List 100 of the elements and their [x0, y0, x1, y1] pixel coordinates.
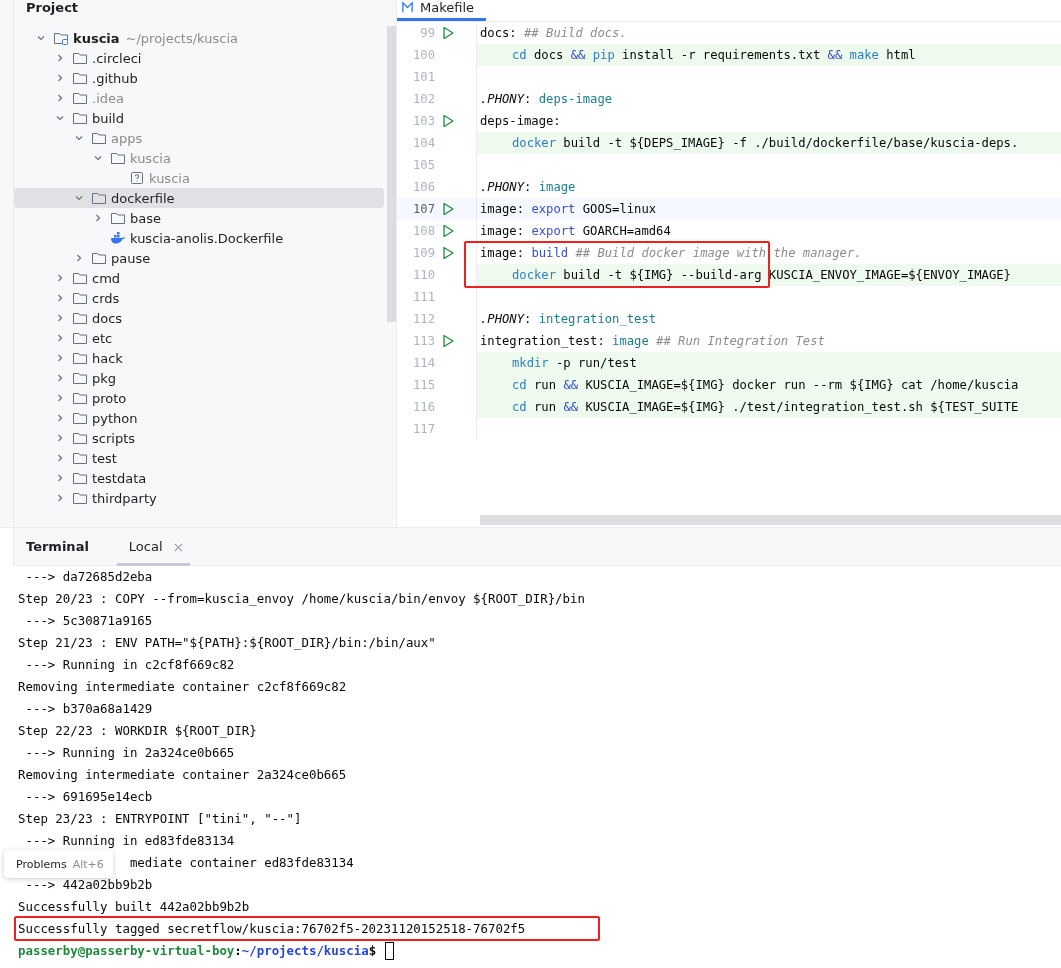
- chevron-right-icon[interactable]: [55, 93, 65, 103]
- terminal-line: ---> Running in c2cf8f669c82: [24, 657, 235, 672]
- chevron-right-icon[interactable]: [55, 473, 65, 483]
- tree-item[interactable]: kuscia ~/projects/kuscia: [14, 28, 384, 48]
- folder-icon: [110, 150, 126, 166]
- chevron-right-icon[interactable]: [93, 213, 103, 223]
- code-line: docker build -t ${IMG} --build-arg KUSCIA_ENVOY_IMAGE=${ENVOY_IMAGE}: [511, 268, 1011, 282]
- chevron-right-icon[interactable]: [55, 353, 65, 363]
- prompt-separator: :: [234, 942, 242, 960]
- chevron-right-icon[interactable]: [55, 373, 65, 383]
- tree-item[interactable]: kuscia-anolis.Dockerfile: [14, 228, 384, 248]
- line-number: 112: [412, 312, 435, 326]
- tree-item[interactable]: thirdparty: [14, 488, 384, 508]
- prompt-user: passerby@passerby-virtual-boy: [18, 942, 235, 960]
- tree-item[interactable]: pause: [14, 248, 384, 268]
- code-line: image: export GOOS=linux: [480, 202, 657, 216]
- chevron-right-icon[interactable]: [55, 413, 65, 423]
- code-line: .PHONY: integration_test: [480, 312, 657, 326]
- chevron-right-icon[interactable]: [55, 293, 65, 303]
- chevron-right-icon[interactable]: [55, 273, 65, 283]
- tree-item[interactable]: etc: [14, 328, 384, 348]
- terminal-line: ---> 442a02bb9b2b: [24, 877, 153, 892]
- run-icon[interactable]: [441, 26, 455, 40]
- code-line: mkdir -p run/test: [511, 356, 637, 370]
- chevron-right-icon[interactable]: [55, 433, 65, 443]
- tree-item[interactable]: crds: [14, 288, 384, 308]
- terminal-tab[interactable]: Local ×: [116, 527, 191, 566]
- line-number: 99: [419, 26, 435, 40]
- folder-icon: [72, 270, 88, 286]
- chevron-right-icon[interactable]: [55, 333, 65, 343]
- run-icon[interactable]: [441, 334, 455, 348]
- terminal-line: ---> 691695e14ecb: [24, 789, 153, 804]
- line-number: 116: [412, 400, 435, 414]
- terminal-line: ---> Running in 2a324ce0b665: [24, 745, 235, 760]
- project-path: ~/projects/kuscia: [125, 30, 238, 46]
- line-number: 102: [412, 92, 435, 106]
- folder-icon: [72, 470, 88, 486]
- code-line: cd run && KUSCIA_IMAGE=${IMG} ./test/integration_test.sh ${TEST_SUITE: [511, 400, 1019, 414]
- tree-item[interactable]: build: [14, 108, 384, 128]
- chevron-right-icon[interactable]: [74, 253, 84, 263]
- line-number: 111: [412, 290, 435, 304]
- chevron-right-icon[interactable]: [55, 493, 65, 503]
- tree-item[interactable]: hack: [14, 348, 384, 368]
- line-number: 105: [412, 158, 435, 172]
- run-icon[interactable]: [441, 224, 455, 238]
- chevron-right-icon[interactable]: [55, 453, 65, 463]
- tree-item[interactable]: proto: [14, 388, 384, 408]
- scrollbar[interactable]: [387, 26, 396, 322]
- code-line: docker build -t ${DEPS_IMAGE} -f ./build/dockerfile/base/kuscia-deps.: [511, 136, 1019, 150]
- chevron-down-icon[interactable]: [55, 113, 65, 123]
- panel-title: Terminal: [26, 539, 89, 554]
- prompt-symbol: $: [368, 942, 377, 960]
- tree-item[interactable]: test: [14, 448, 384, 468]
- folder-icon: [91, 130, 107, 146]
- tree-item[interactable]: testdata: [14, 468, 384, 488]
- folder-icon: [72, 90, 88, 106]
- panel-title[interactable]: Project: [26, 0, 79, 16]
- folder-icon: [110, 210, 126, 226]
- tree-item[interactable]: .circleci: [14, 48, 384, 68]
- line-number: 101: [412, 70, 435, 84]
- chevron-down-icon[interactable]: [36, 33, 46, 43]
- line-number: 108: [412, 224, 435, 238]
- tree-item[interactable]: dockerfile: [14, 188, 384, 208]
- chevron-right-icon[interactable]: [55, 313, 65, 323]
- chevron-down-icon[interactable]: [93, 153, 103, 163]
- tree-item[interactable]: python: [14, 408, 384, 428]
- chevron-right-icon[interactable]: [55, 73, 65, 83]
- line-number: 104: [412, 136, 435, 150]
- folder-icon: [72, 350, 88, 366]
- scrollbar[interactable]: [480, 515, 1061, 525]
- terminal-line: mediate container ed83fde83134: [129, 855, 354, 870]
- line-number: 115: [412, 378, 435, 392]
- folder-icon: [72, 50, 88, 66]
- terminal-line: ---> da72685d2eba: [24, 569, 153, 584]
- tree-item[interactable]: base: [14, 208, 384, 228]
- run-icon[interactable]: [441, 202, 455, 216]
- terminal-line: Step 22/23 : WORKDIR ${ROOT_DIR}: [18, 723, 257, 738]
- tree-item[interactable]: scripts: [14, 428, 384, 448]
- tree-item[interactable]: cmd: [14, 268, 384, 288]
- editor-tab[interactable]: Makefile: [397, 0, 487, 21]
- terminal-line: Successfully tagged secretflow/kuscia:76702f5-20231120152518-76702f5: [18, 921, 526, 936]
- code-line: image: export GOARCH=amd64: [480, 224, 671, 238]
- terminal-line: Step 20/23 : COPY --from=kuscia_envoy /home/kuscia/bin/envoy ${ROOT_DIR}/bin: [18, 591, 585, 606]
- chevron-down-icon[interactable]: [74, 193, 84, 203]
- chevron-down-icon[interactable]: [74, 133, 84, 143]
- folder-icon: [72, 290, 88, 306]
- terminal-line: Successfully built 442a02bb9b2b: [18, 899, 250, 914]
- line-number: 103: [412, 114, 435, 128]
- folder-icon: [72, 450, 88, 466]
- chevron-right-icon[interactable]: [55, 393, 65, 403]
- run-icon[interactable]: [441, 114, 455, 128]
- code-line: .PHONY: deps-image: [480, 92, 613, 106]
- tree-item[interactable]: .github: [14, 68, 384, 88]
- folder-icon: [72, 110, 88, 126]
- run-icon[interactable]: [441, 246, 455, 260]
- folder-icon: [72, 310, 88, 326]
- tree-item[interactable]: pkg: [14, 368, 384, 388]
- tree-item[interactable]: docs: [14, 308, 384, 328]
- chevron-right-icon[interactable]: [55, 53, 65, 63]
- line-number: 117: [412, 422, 435, 436]
